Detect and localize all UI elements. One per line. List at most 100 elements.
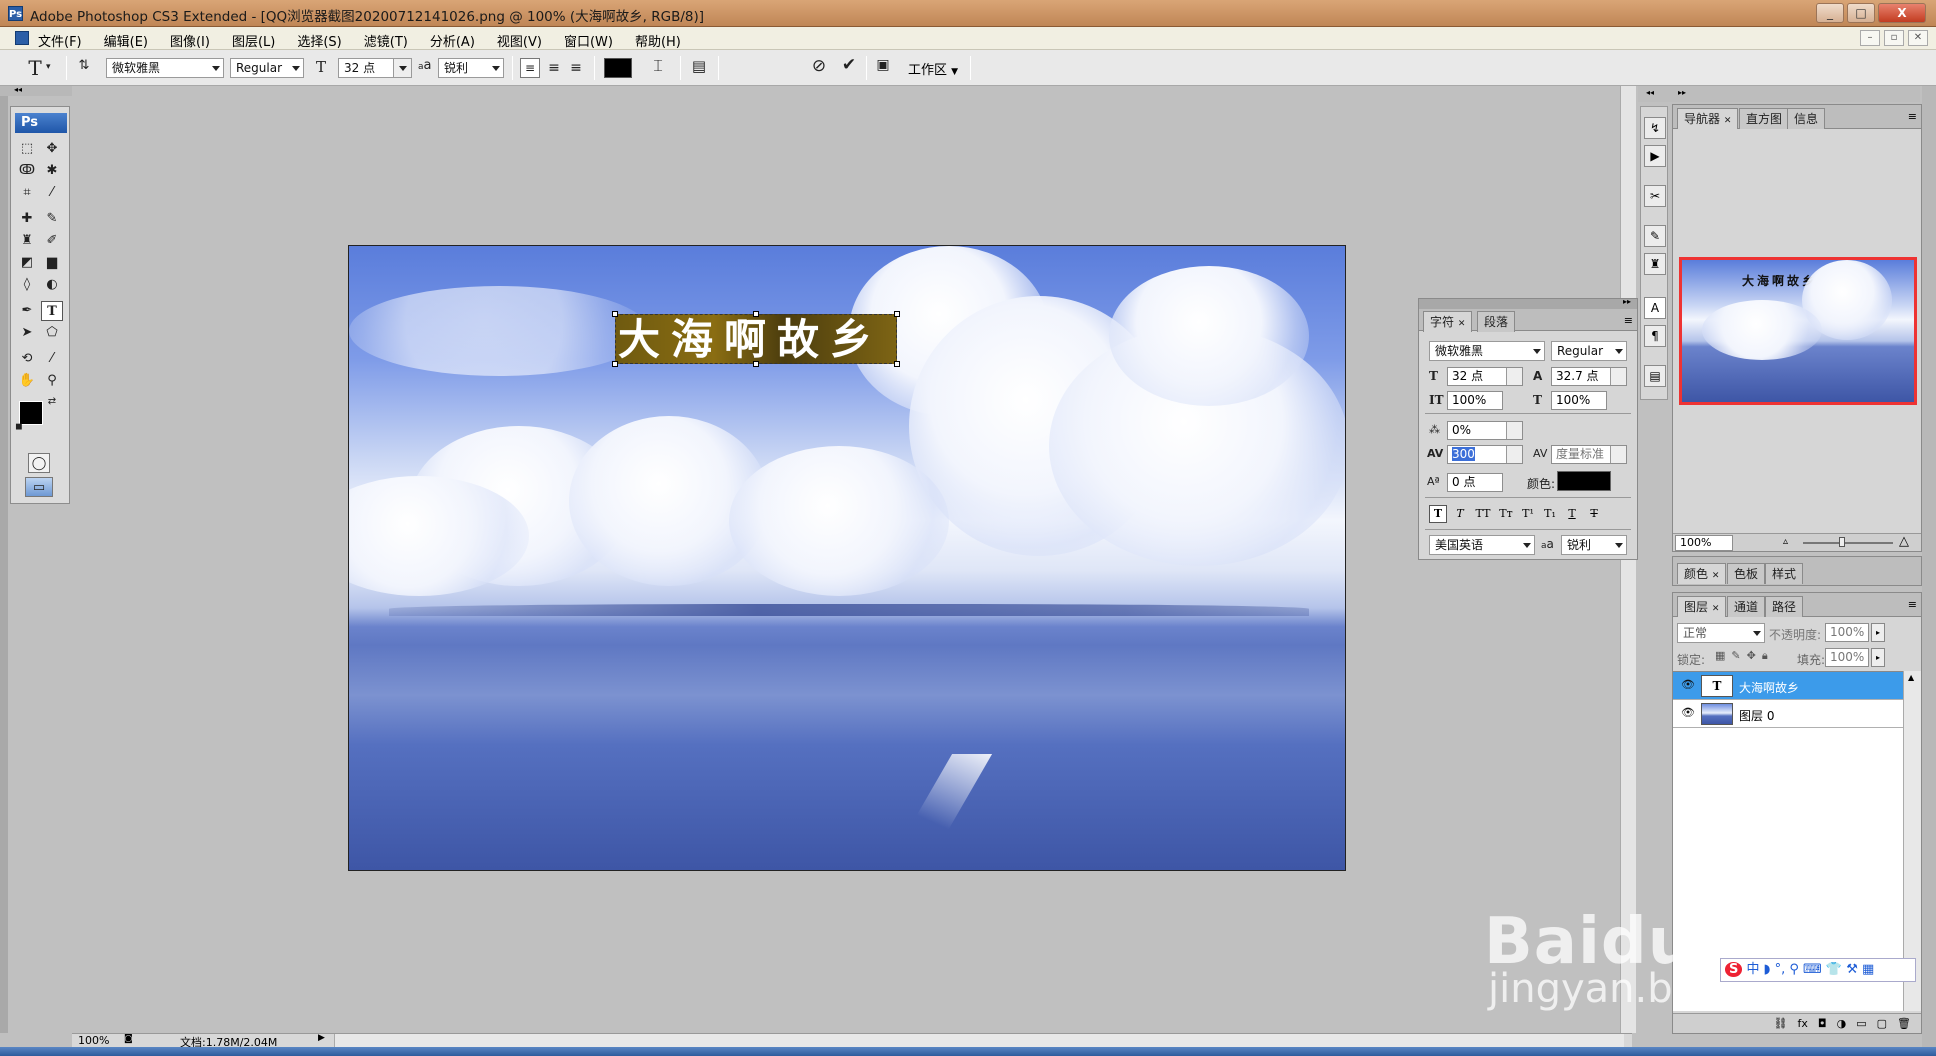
lasso-tool-icon[interactable]: ↂ: [16, 161, 38, 181]
faux-italic-icon[interactable]: T: [1451, 505, 1469, 523]
delete-layer-icon[interactable]: 🗑︎: [1897, 1014, 1911, 1033]
link-layers-icon[interactable]: ⛓: [1774, 1014, 1788, 1033]
hand-tool-icon[interactable]: ✋: [16, 371, 38, 391]
tools-collapse-strip[interactable]: ◂◂: [0, 85, 72, 96]
type-tool-icon[interactable]: T: [24, 56, 46, 80]
workspace-horizontal-scrollbar[interactable]: [334, 1034, 1624, 1047]
layer-style-icon[interactable]: fx: [1798, 1014, 1808, 1033]
tool-preset-arrow-icon[interactable]: ▾: [46, 62, 51, 72]
history-panel-icon[interactable]: ↯: [1644, 117, 1666, 139]
3d-rotate-tool-icon[interactable]: ⟲: [16, 349, 38, 369]
minimize-button[interactable]: _: [1816, 3, 1844, 23]
text-orientation-icon[interactable]: ⇅: [74, 58, 94, 73]
char-horizontal-scale-field[interactable]: 100%: [1551, 391, 1607, 410]
character-panel-icon[interactable]: A: [1644, 297, 1666, 319]
zoom-in-icon[interactable]: △: [1899, 534, 1909, 549]
zoom-slider[interactable]: [1803, 542, 1893, 544]
align-right-icon[interactable]: ≡: [566, 58, 586, 78]
char-tracking-field[interactable]: 300: [1447, 445, 1523, 464]
doc-minimize-button[interactable]: –: [1860, 30, 1880, 46]
canvas-text-layer[interactable]: 大海啊故乡: [615, 314, 897, 364]
lock-all-icon[interactable]: 🔒︎: [1762, 649, 1768, 663]
tab-swatches[interactable]: 色板: [1727, 563, 1766, 584]
menu-window[interactable]: 窗口(W): [564, 31, 613, 50]
small-caps-icon[interactable]: Tт: [1497, 505, 1515, 523]
doc-close-button[interactable]: ✕: [1908, 30, 1928, 46]
tab-paths[interactable]: 路径: [1765, 596, 1804, 617]
transform-handle[interactable]: [612, 361, 618, 367]
quick-mask-icon[interactable]: ◯: [28, 453, 50, 473]
menu-filter[interactable]: 滤镜(T): [364, 31, 408, 50]
type-tool-button-icon[interactable]: T: [41, 301, 63, 321]
close-button[interactable]: X: [1878, 3, 1926, 23]
commit-edit-icon[interactable]: ✔: [838, 55, 860, 75]
menu-view[interactable]: 视图(V): [497, 31, 542, 50]
swap-colors-icon[interactable]: ⇄: [45, 395, 59, 409]
clone-source-panel-icon[interactable]: ♜: [1644, 253, 1666, 275]
visibility-eye-icon[interactable]: 👁︎: [1681, 707, 1695, 719]
char-leading-field[interactable]: 32.7 点: [1551, 367, 1627, 386]
font-family-select[interactable]: 微软雅黑: [106, 58, 224, 78]
tab-character[interactable]: 字符 ✕: [1423, 311, 1473, 332]
marquee-tool-icon[interactable]: ⬚: [16, 139, 38, 159]
align-left-icon[interactable]: ≡: [520, 58, 540, 78]
actions-panel-icon[interactable]: ▶: [1644, 145, 1666, 167]
navigator-menu-icon[interactable]: ≡: [1908, 110, 1917, 123]
char-vertical-scale-field[interactable]: 100%: [1447, 391, 1503, 410]
faux-bold-icon[interactable]: T: [1429, 505, 1447, 523]
tab-info[interactable]: 信息: [1787, 108, 1826, 129]
clone-stamp-tool-icon[interactable]: ♜: [16, 231, 38, 251]
status-menu-arrow-icon[interactable]: ▶: [318, 1033, 325, 1043]
tab-channels[interactable]: 通道: [1727, 596, 1766, 617]
maximize-button[interactable]: □: [1847, 3, 1875, 23]
char-language-select[interactable]: 美国英语: [1429, 535, 1535, 555]
new-group-icon[interactable]: ▭: [1856, 1014, 1866, 1033]
new-layer-icon[interactable]: ▢: [1877, 1014, 1887, 1033]
gradient-tool-icon[interactable]: ▆: [41, 253, 63, 273]
zoom-out-icon[interactable]: ▵: [1783, 536, 1788, 547]
character-panel-titlebar[interactable]: ▸▸: [1419, 297, 1637, 309]
menu-select[interactable]: 选择(S): [297, 31, 341, 50]
char-color-swatch[interactable]: [1557, 471, 1611, 491]
menu-file[interactable]: 文件(F): [38, 31, 82, 50]
visibility-eye-icon[interactable]: 👁︎: [1681, 679, 1695, 691]
path-selection-tool-icon[interactable]: ➤: [16, 323, 38, 343]
font-size-select[interactable]: 32 点: [338, 58, 412, 78]
brush-tool-icon[interactable]: ✎: [41, 209, 63, 229]
doc-restore-button[interactable]: ▫: [1884, 30, 1904, 46]
char-font-family-select[interactable]: 微软雅黑: [1429, 341, 1545, 361]
adjustment-layer-icon[interactable]: ◑: [1837, 1014, 1847, 1033]
lock-transparency-icon[interactable]: ▦: [1715, 649, 1725, 663]
layer-name[interactable]: 大海啊故乡: [1739, 679, 1799, 696]
tab-navigator[interactable]: 导航器 ✕: [1677, 108, 1739, 129]
eraser-tool-icon[interactable]: ◩: [16, 253, 38, 273]
layers-menu-icon[interactable]: ≡: [1908, 598, 1917, 611]
antialias-select[interactable]: 锐利: [438, 58, 504, 78]
tab-color[interactable]: 颜色 ✕: [1677, 563, 1727, 584]
char-kerning-field[interactable]: 度量标准: [1551, 445, 1627, 464]
menu-layer[interactable]: 图层(L): [232, 31, 275, 50]
char-font-size-field[interactable]: 32 点: [1447, 367, 1523, 386]
lock-position-icon[interactable]: ✥: [1747, 649, 1756, 663]
superscript-icon[interactable]: T¹: [1519, 505, 1537, 523]
zoom-tool-icon[interactable]: ⚲: [41, 371, 63, 391]
layer-name[interactable]: 图层 0: [1739, 707, 1774, 724]
crop-tool-icon[interactable]: ⌗: [16, 183, 38, 203]
magic-wand-tool-icon[interactable]: ✱: [41, 161, 63, 181]
text-color-swatch[interactable]: [604, 58, 632, 78]
transform-handle[interactable]: [753, 361, 759, 367]
right-dock-strip[interactable]: ▸▸: [1670, 86, 1920, 102]
font-style-select[interactable]: Regular: [230, 58, 304, 78]
layer-row-image[interactable]: 👁︎ 图层 0: [1673, 700, 1903, 728]
workspace-menu[interactable]: 工作区 ▼: [908, 59, 958, 78]
pen-tool-icon[interactable]: ✒: [16, 301, 38, 321]
brushes-panel-icon[interactable]: ✎: [1644, 225, 1666, 247]
paragraph-panel-icon[interactable]: ¶: [1644, 325, 1666, 347]
align-center-icon[interactable]: ≡: [544, 58, 564, 78]
dock-collapse-strip[interactable]: ◂◂: [1638, 86, 1670, 102]
char-antialias-select[interactable]: 锐利: [1561, 535, 1627, 555]
screen-mode-icon[interactable]: ▭: [25, 477, 53, 497]
subscript-icon[interactable]: T₁: [1541, 505, 1559, 523]
layer-comps-panel-icon[interactable]: ▤: [1644, 365, 1666, 387]
transform-handle[interactable]: [753, 311, 759, 317]
